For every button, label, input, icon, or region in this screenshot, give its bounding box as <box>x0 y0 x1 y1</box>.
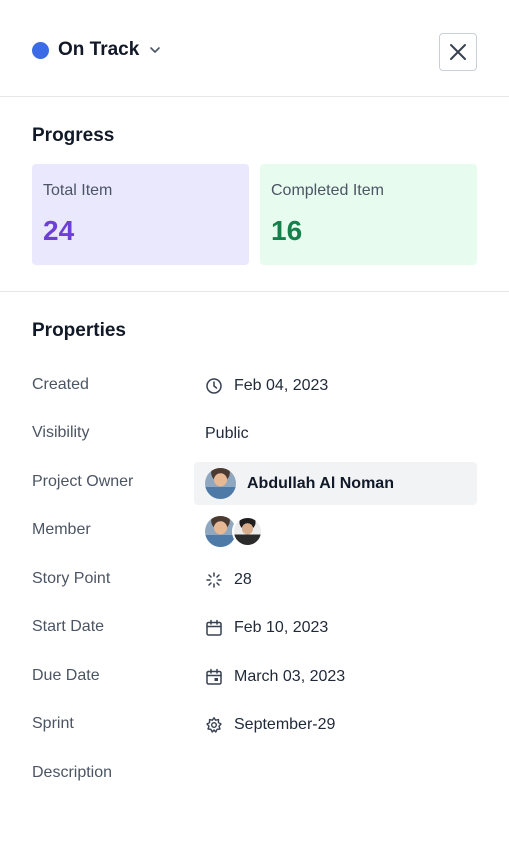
created-date: Feb 04, 2023 <box>234 377 329 394</box>
property-description: Description <box>0 754 509 794</box>
completed-item-label: Completed Item <box>271 182 384 199</box>
progress-section: Progress Total Item 24 Completed Item 16 <box>0 97 509 292</box>
start-date-text: Feb 10, 2023 <box>234 619 329 636</box>
story-point-value[interactable]: 28 <box>205 560 252 600</box>
property-label: Description <box>32 764 113 781</box>
story-point-number: 28 <box>234 571 252 588</box>
total-item-label: Total Item <box>43 182 113 199</box>
loader-icon <box>205 571 223 589</box>
status-label: On Track <box>58 39 140 60</box>
property-label: Start Date <box>32 618 105 635</box>
start-date-value[interactable]: Feb 10, 2023 <box>205 608 328 648</box>
completed-item-card: Completed Item 16 <box>260 164 477 265</box>
property-owner: Project Owner Abdullah Al Noman <box>0 462 509 505</box>
total-item-card: Total Item 24 <box>32 164 249 265</box>
property-member: Member <box>0 511 509 551</box>
due-date-value[interactable]: March 03, 2023 <box>205 657 345 697</box>
chevron-down-icon <box>148 43 162 57</box>
close-button[interactable] <box>439 33 477 71</box>
total-item-value: 24 <box>43 215 75 246</box>
close-icon <box>449 43 467 61</box>
avatar <box>232 515 263 547</box>
property-label: Created <box>32 376 89 393</box>
due-date-text: March 03, 2023 <box>234 668 346 685</box>
calendar-event-icon <box>205 668 223 686</box>
property-label: Sprint <box>32 715 74 732</box>
progress-title: Progress <box>32 125 115 146</box>
sprint-icon <box>205 716 223 734</box>
panel-header: On Track <box>0 0 509 97</box>
property-story-point: Story Point 28 <box>0 560 509 600</box>
visibility-text: Public <box>205 425 249 442</box>
sprint-value[interactable]: September-29 <box>205 705 335 745</box>
property-label: Project Owner <box>32 473 134 490</box>
property-label: Member <box>32 521 91 538</box>
owner-chip[interactable]: Abdullah Al Noman <box>194 462 477 505</box>
property-sprint: Sprint September-29 <box>0 705 509 745</box>
created-value: Feb 04, 2023 <box>205 366 328 406</box>
avatar <box>205 468 236 499</box>
completed-item-value: 16 <box>271 215 303 246</box>
calendar-icon <box>205 619 223 637</box>
status-dot-icon <box>32 41 49 59</box>
visibility-value[interactable]: Public <box>205 414 249 454</box>
property-visibility: Visibility Public <box>0 414 509 454</box>
status-dropdown[interactable]: On Track <box>32 39 162 61</box>
clock-icon <box>205 377 223 395</box>
property-created: Created Feb 04, 2023 <box>0 366 509 406</box>
sprint-name: September-29 <box>234 716 336 733</box>
property-label: Visibility <box>32 424 90 441</box>
property-start-date: Start Date Feb 10, 2023 <box>0 608 509 648</box>
properties-title: Properties <box>32 320 126 341</box>
property-due-date: Due Date March 03, 2023 <box>0 657 509 697</box>
property-label: Story Point <box>32 570 111 587</box>
properties-section: Properties Created Feb 04, 2023 Visibili… <box>0 292 509 846</box>
owner-name: Abdullah Al Noman <box>247 474 394 492</box>
member-avatars[interactable] <box>205 511 263 551</box>
property-label: Due Date <box>32 667 100 684</box>
